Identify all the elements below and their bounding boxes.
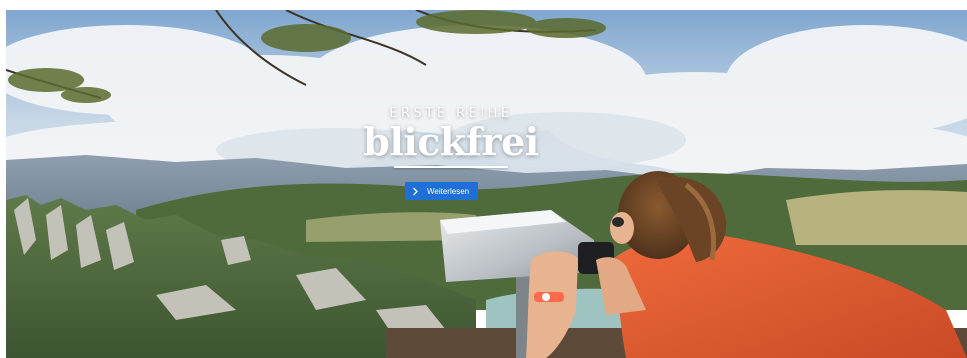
headline-divider bbox=[394, 166, 508, 168]
hero-banner: ERSTE REIHE blickfrei Weiterlesen bbox=[6, 10, 967, 358]
read-more-button[interactable]: Weiterlesen bbox=[405, 182, 478, 200]
read-more-label: Weiterlesen bbox=[427, 186, 470, 196]
hero-headline: blickfrei bbox=[363, 119, 539, 164]
chevron-right-icon bbox=[408, 182, 422, 200]
hero-text: ERSTE REIHE blickfrei bbox=[351, 106, 551, 168]
hero-image bbox=[6, 10, 967, 358]
